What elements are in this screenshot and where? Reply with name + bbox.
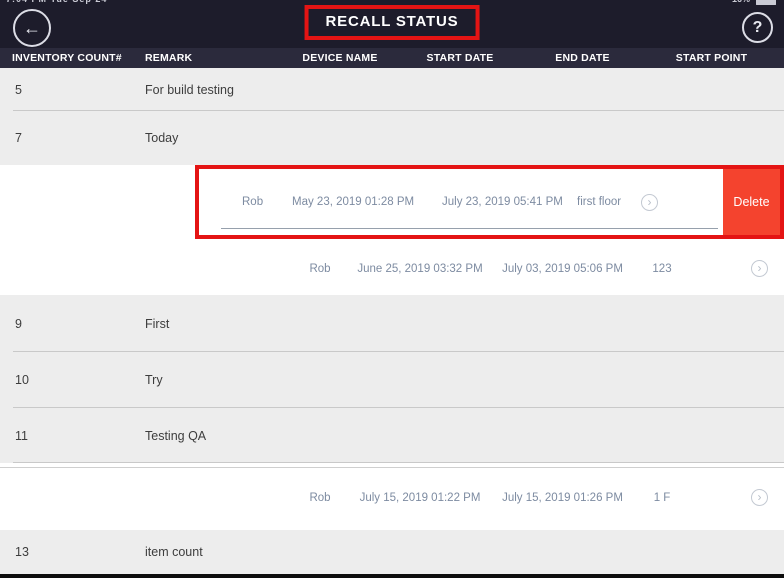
back-button[interactable]: ← [13, 9, 51, 47]
end-date-value: July 23, 2019 05:41 PM [442, 196, 563, 208]
inventory-count-value: 11 [15, 428, 28, 443]
session-row-swiped[interactable]: Rob May 23, 2019 01:28 PM July 23, 2019 … [199, 169, 731, 235]
table-row-count-5[interactable]: 5 For build testing [0, 68, 784, 111]
table-header-row: INVENTORY COUNT# REMARK DEVICE NAME STAR… [0, 48, 784, 68]
help-button[interactable]: ? [742, 12, 773, 43]
remark-value: Today [145, 131, 179, 145]
start-point-value: 123 [652, 262, 672, 275]
inventory-count-value: 7 [15, 131, 22, 145]
header-remark: REMARK [145, 52, 193, 64]
chevron-right-icon[interactable]: › [641, 193, 658, 211]
end-date-value: July 15, 2019 01:26 PM [502, 491, 623, 504]
chevron-right-icon[interactable]: › [751, 489, 768, 506]
remark-value: For build testing [145, 82, 234, 97]
top-bar: 7:04 PM Tue Sep 24 16% ← RECALL STATUS ? [0, 0, 784, 48]
end-date-value: July 03, 2019 05:06 PM [502, 262, 623, 275]
inventory-count-value: 13 [15, 545, 29, 559]
inventory-count-value: 5 [15, 82, 22, 97]
delete-button[interactable]: Delete [723, 169, 780, 235]
header-start-point: START POINT [675, 52, 748, 64]
title-highlight-box: RECALL STATUS [304, 5, 480, 40]
session-row[interactable]: Rob July 15, 2019 01:22 PM July 15, 2019… [0, 467, 784, 527]
header-end-date: END DATE [555, 52, 610, 64]
table-row-count-7[interactable]: 7 Today [0, 111, 784, 165]
remark-value: item count [145, 545, 203, 559]
header-start-date: START DATE [426, 52, 494, 64]
recall-status-screen: 7:04 PM Tue Sep 24 16% ← RECALL STATUS ?… [0, 0, 784, 578]
table-row-count-10[interactable]: 10 Try [0, 352, 784, 408]
bottom-edge-bar [0, 574, 784, 578]
device-name-value: Rob [309, 491, 331, 504]
table-row-count-11[interactable]: 11 Testing QA [0, 408, 784, 463]
start-date-value: May 23, 2019 01:28 PM [292, 196, 415, 208]
highlighted-session-row-wrap: Rob May 23, 2019 01:28 PM July 23, 2019 … [0, 165, 784, 242]
start-date-value: July 15, 2019 01:22 PM [359, 491, 481, 504]
remark-value: Try [145, 373, 163, 387]
remark-value: First [145, 316, 170, 331]
battery-icon [756, 0, 776, 5]
start-point-value: 1 F [653, 491, 671, 504]
highlight-red-box: Rob May 23, 2019 01:28 PM July 23, 2019 … [195, 165, 784, 239]
chevron-right-icon[interactable]: › [751, 260, 768, 277]
page-title: RECALL STATUS [325, 13, 459, 30]
status-bar-battery-percent: 16% [732, 0, 750, 4]
header-inventory-count: INVENTORY COUNT# [12, 52, 122, 64]
inventory-count-value: 9 [15, 316, 22, 331]
start-date-value: June 25, 2019 03:32 PM [357, 262, 483, 275]
status-bar-time: 7:04 PM Tue Sep 24 [6, 0, 107, 4]
device-name-value: Rob [309, 262, 331, 275]
inventory-count-value: 10 [15, 373, 29, 387]
question-mark-icon: ? [752, 18, 763, 36]
remark-value: Testing QA [145, 428, 207, 443]
device-name-value: Rob [242, 196, 264, 208]
table-row-count-9[interactable]: 9 First [0, 295, 784, 352]
session-row[interactable]: Rob June 25, 2019 03:32 PM July 03, 2019… [0, 242, 784, 295]
header-device-name: DEVICE NAME [302, 52, 378, 64]
table-row-count-13[interactable]: 13 item count [0, 530, 784, 574]
arrow-left-icon: ← [23, 17, 41, 38]
start-point-value: first floor [577, 196, 622, 208]
row-divider [221, 228, 718, 229]
